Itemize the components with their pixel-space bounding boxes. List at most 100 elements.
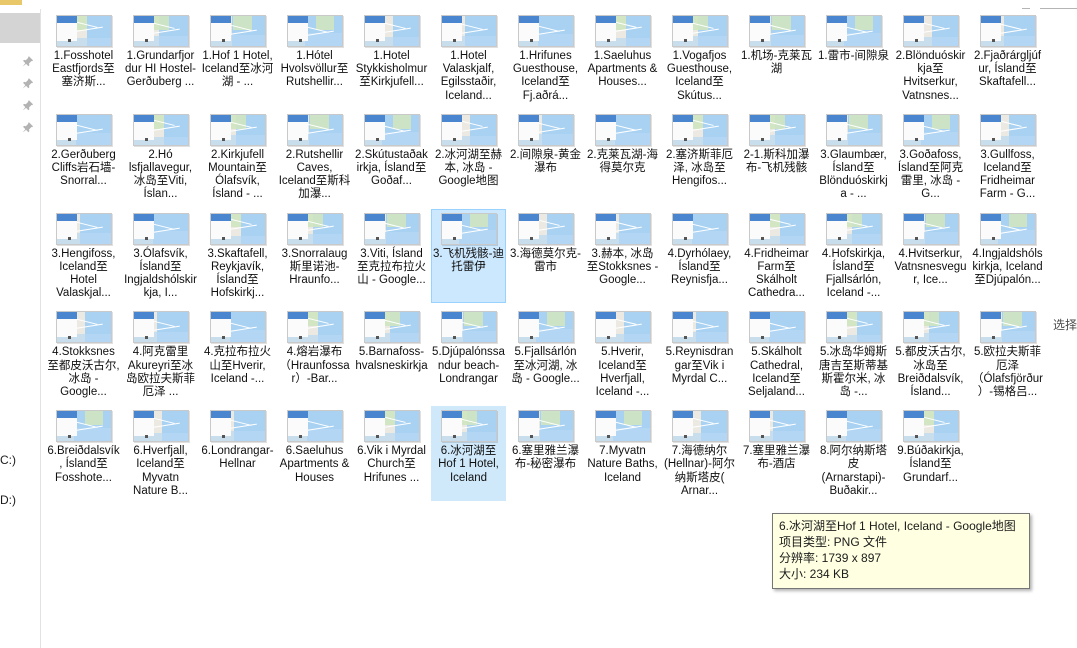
file-item[interactable]: 3.Viti, Ísland至克拉布拉火山 - Google...: [354, 209, 429, 304]
file-item[interactable]: 3.海德莫尔克-雷市: [508, 209, 583, 304]
file-item[interactable]: 4.Ingjaldshólskirkja, Iceland至Djúpalón..…: [970, 209, 1045, 304]
file-item[interactable]: 6.Vik i Myrdal Church至Hrifunes ...: [354, 406, 429, 501]
file-item-label: 7.Myvatn Nature Baths, Iceland: [587, 445, 658, 484]
file-item[interactable]: 5.Skálholt Cathedral, Iceland至Seljaland.…: [739, 307, 814, 402]
file-item[interactable]: 6.Saeluhus Apartments & Houses: [277, 406, 352, 501]
file-item[interactable]: 2.Fjaðrárgljúfur, Ísland至Skaftafell...: [970, 11, 1045, 106]
file-item[interactable]: 6.Breiðdalsvík, Ísland至Fosshote...: [46, 406, 121, 501]
file-item[interactable]: 1.Hrifunes Guesthouse, Iceland至Fj.aðrá..…: [508, 11, 583, 106]
file-item-label: 2.Skútustaðakirkja, Ísland至Goðaf...: [355, 148, 428, 188]
file-item[interactable]: 4.阿克雷里Akureyri至冰岛欧拉夫斯菲厄泽 ...: [123, 307, 198, 402]
drive-item[interactable]: D:): [0, 493, 40, 507]
file-item[interactable]: 2.克莱瓦湖-海得莫尔克: [585, 110, 660, 205]
file-item[interactable]: 1.Hótel Hvolsvöllur至Rutshellir...: [277, 11, 352, 106]
pin-icon[interactable]: [20, 99, 34, 113]
file-item[interactable]: 3.Hengifoss, Iceland至Hotel Valaskjal...: [46, 209, 121, 304]
map-thumbnail-icon: [594, 212, 651, 245]
file-item[interactable]: 2.塞济斯菲厄泽, 冰岛至Hengifos...: [662, 110, 737, 205]
drive-item[interactable]: C:): [0, 453, 40, 467]
file-item[interactable]: 6.Londrangar-Hellnar: [200, 406, 275, 501]
file-item[interactable]: 5.Hverir, Iceland至Hverfjall, Iceland -..…: [585, 307, 660, 402]
file-item[interactable]: 2.Gerðuberg Cliffs岩石墙-Snorral...: [46, 110, 121, 205]
map-thumbnail-icon: [979, 311, 1036, 344]
file-item[interactable]: 4.克拉布拉火山至Hverir, Iceland -...: [200, 307, 275, 402]
file-item[interactable]: 3.Snorralaug斯里诺池-Hraunfo...: [277, 209, 352, 304]
file-item[interactable]: 5.Barnafoss-hvalsneskirkja: [354, 307, 429, 402]
file-item[interactable]: 3.Skaftafell, Reykjavík, Ísland至Hofskirk…: [200, 209, 275, 304]
map-thumbnail-icon: [286, 212, 343, 245]
pin-icon[interactable]: [20, 77, 34, 91]
file-item[interactable]: 9.Búðakirkja, Ísland至Grundarf...: [893, 406, 968, 501]
file-item[interactable]: 2.Kirkjufell Mountain至Ólafsvík, Ísland -…: [200, 110, 275, 205]
window-top-strip: [0, 0, 1077, 9]
file-item[interactable]: 1.机场-克莱瓦湖: [739, 11, 814, 106]
file-item[interactable]: 6.塞里雅兰瀑布-秘密瀑布: [508, 406, 583, 501]
file-item[interactable]: 5.Djúpalónssandur beach-Londrangar: [431, 307, 506, 402]
map-thumbnail-icon: [517, 15, 574, 47]
file-item[interactable]: 4.Hofskirkja, Ísland至Fjallsárlón, Icelan…: [816, 209, 891, 304]
file-item[interactable]: 1.Fosshotel Eastfjords至塞济斯...: [46, 11, 121, 106]
file-item-label: 1.机场-克莱瓦湖: [741, 50, 812, 76]
map-thumbnail-icon: [902, 15, 959, 47]
map-thumbnail-icon: [671, 410, 728, 443]
file-item[interactable]: 7.塞里雅兰瀑布-酒店: [739, 406, 814, 501]
file-item[interactable]: 2-1.斯科加瀑布-飞机残骸: [739, 110, 814, 205]
window-accent-marker: [0, 0, 22, 5]
file-item-label: 5.Fjallsárlón至冰河湖, 冰岛 - Google...: [511, 346, 580, 385]
file-item[interactable]: 2.Skútustaðakirkja, Ísland至Goðaf...: [354, 110, 429, 205]
file-item[interactable]: 1.Vogafjos Guesthouse, Iceland至Skútus...: [662, 11, 737, 106]
file-item[interactable]: 4.Dyrhólaey, Ísland至Reynisfja...: [662, 209, 737, 304]
file-item[interactable]: 1.雷市-间隙泉: [816, 11, 891, 106]
file-item[interactable]: 5.冰岛华姆斯唐吉至斯蒂基斯霍尔米, 冰岛 -...: [816, 307, 891, 402]
file-item[interactable]: 5.Reynisdrangar至Vik i Myrdal C...: [662, 307, 737, 402]
file-item[interactable]: 2.冰河湖至赫本, 冰岛 - Google地图: [431, 110, 506, 205]
file-item[interactable]: 1.Grundarfjordur HI Hostel-Gerðuberg ...: [123, 11, 198, 106]
file-item[interactable]: 5.都皮沃古尔, 冰岛至Breiðdalsvík, Ísland...: [893, 307, 968, 402]
file-item[interactable]: 1.Hotel Valaskjalf, Egilsstaðir, Iceland…: [431, 11, 506, 106]
file-item[interactable]: 4.Stokksnes至都皮沃古尔, 冰岛 - Google...: [46, 307, 121, 402]
map-thumbnail-icon: [825, 113, 882, 146]
map-thumbnail-icon: [132, 410, 189, 443]
file-item-label: 1.Hrifunes Guesthouse, Iceland至Fj.aðrá..…: [512, 50, 579, 102]
pin-icon[interactable]: [20, 121, 34, 135]
file-item[interactable]: 5.欧拉夫斯菲厄泽（Ólafsfjörður）-锡格吕...: [970, 307, 1045, 402]
file-item[interactable]: 2.间隙泉-黄金瀑布: [508, 110, 583, 205]
file-item[interactable]: 3.Gullfoss, Iceland至Fridheimar Farm - G.…: [970, 110, 1045, 205]
file-item-label: 3.Goðafoss, Ísland至阿克雷里, 冰岛 - G...: [897, 148, 964, 201]
file-item[interactable]: 3.Ólafsvík, Ísland至Ingjaldshólskirkja, I…: [123, 209, 198, 304]
file-item-label: 5.都皮沃古尔, 冰岛至Breiðdalsvík, Ísland...: [895, 346, 966, 399]
map-thumbnail-icon: [55, 113, 112, 146]
map-thumbnail-icon: [440, 15, 497, 47]
file-item[interactable]: 3.飞机残骸-迪托雷伊: [431, 208, 506, 304]
map-thumbnail-icon: [440, 410, 497, 443]
file-item[interactable]: 3.赫本, 冰岛至Stokksnes - Google...: [585, 209, 660, 304]
map-thumbnail-icon: [363, 212, 420, 245]
file-item[interactable]: 1.Hof 1 Hotel, Iceland至冰河湖 - ...: [200, 11, 275, 106]
file-item[interactable]: 4.熔岩瀑布（Hraunfossar）-Bar...: [277, 307, 352, 402]
file-item[interactable]: 1.Saeluhus Apartments & Houses...: [585, 11, 660, 106]
file-item[interactable]: 1.Hotel Stykkisholmur至Kirkjufell...: [354, 11, 429, 106]
pin-icon[interactable]: [20, 55, 34, 69]
file-item[interactable]: 5.Fjallsárlón至冰河湖, 冰岛 - Google...: [508, 307, 583, 402]
file-item[interactable]: 2.Rutshellir Caves, Iceland至斯科加瀑...: [277, 110, 352, 205]
map-thumbnail-icon: [594, 15, 651, 47]
file-item[interactable]: 6.Hverfjall, Iceland至Myvatn Nature B...: [123, 406, 198, 501]
file-item[interactable]: 8.阿尔纳斯塔皮(Arnarstapi)-Buðakir...: [816, 406, 891, 501]
map-thumbnail-icon: [825, 212, 882, 245]
file-item[interactable]: 3.Goðafoss, Ísland至阿克雷里, 冰岛 - G...: [893, 110, 968, 205]
preview-pane-clipped-label: 选择: [1053, 318, 1077, 332]
file-item-label: 1.Fosshotel Eastfjords至塞济斯...: [52, 50, 115, 89]
file-item[interactable]: 4.Hvitserkur, Vatnsnesvegur, Ice...: [893, 209, 968, 304]
file-item-label: 2.Kirkjufell Mountain至Ólafsvík, Ísland -…: [208, 148, 267, 201]
file-item[interactable]: 7.Myvatn Nature Baths, Iceland: [585, 406, 660, 501]
file-item[interactable]: 3.Glaumbær, Ísland至Blönduóskirkja - ...: [816, 110, 891, 205]
map-thumbnail-icon: [55, 212, 112, 245]
navigation-pane[interactable]: C:) D:): [0, 9, 41, 648]
file-item[interactable]: 4.Fridheimar Farm至Skálholt Cathedra...: [739, 209, 814, 304]
map-thumbnail-icon: [594, 410, 651, 443]
file-item[interactable]: 6.冰河湖至Hof 1 Hotel, Iceland: [431, 406, 506, 502]
file-item[interactable]: 7.海德纳尔(Hellnar)-阿尔纳斯塔皮( Arnar...: [662, 406, 737, 501]
file-item[interactable]: 2.Blönduóskirkja至Hvitserkur, Vatnsnes...: [893, 11, 968, 106]
file-item[interactable]: 2.Hó lsfjallavegur, 冰岛至Viti, Íslan...: [123, 110, 198, 205]
file-item-label: 7.海德纳尔(Hellnar)-阿尔纳斯塔皮( Arnar...: [664, 445, 735, 497]
